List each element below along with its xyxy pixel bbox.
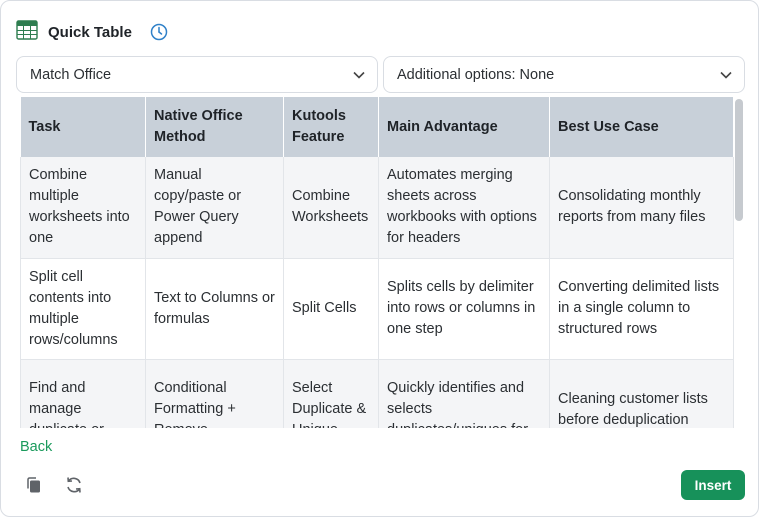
- table-preview[interactable]: Task Native Office Method Kutools Featur…: [20, 97, 745, 428]
- options-select-value: Additional options: None: [397, 66, 555, 83]
- table-cell: Combine multiple worksheets into one: [20, 157, 146, 259]
- copy-icon[interactable]: [23, 474, 45, 496]
- table-row: Split cell contents into multiple rows/c…: [20, 258, 734, 360]
- panel-header: Quick Table: [16, 19, 168, 45]
- table-row: Combine multiple worksheets into one Man…: [20, 157, 734, 259]
- table-icon: [16, 19, 38, 46]
- table-cell: Find and manage duplicate or: [20, 359, 146, 428]
- quick-table-panel: Quick Table Match Office Additional opti…: [0, 0, 759, 517]
- header-native-method: Native Office Method: [145, 97, 284, 157]
- table-cell: Quickly identifies and selects duplicate…: [378, 359, 550, 428]
- chevron-down-icon: [353, 67, 365, 83]
- style-select[interactable]: Match Office: [16, 56, 378, 93]
- table-cell: Split Cells: [283, 258, 379, 360]
- panel-title: Quick Table: [48, 23, 132, 41]
- chevron-down-icon: [720, 67, 732, 83]
- table-cell: Conditional Formatting + Remove: [145, 359, 284, 428]
- header-task: Task: [20, 97, 146, 157]
- table-cell: Automates merging sheets across workbook…: [378, 157, 550, 259]
- table-cell: Manual copy/paste or Power Query append: [145, 157, 284, 259]
- clock-icon[interactable]: [150, 23, 168, 41]
- comparison-table: Task Native Office Method Kutools Featur…: [20, 97, 734, 428]
- table-cell: Select Duplicate & Unique: [283, 359, 379, 428]
- table-row: Find and manage duplicate or Conditional…: [20, 359, 734, 428]
- table-cell: Splits cells by delimiter into rows or c…: [378, 258, 550, 360]
- table-cell: Text to Columns or formulas: [145, 258, 284, 360]
- back-link[interactable]: Back: [20, 439, 52, 455]
- header-kutools-feature: Kutools Feature: [283, 97, 379, 157]
- table-cell: Consolidating monthly reports from many …: [549, 157, 734, 259]
- refresh-icon[interactable]: [63, 474, 85, 496]
- table-cell: Combine Worksheets: [283, 157, 379, 259]
- table-cell: Cleaning customer lists before deduplica…: [549, 359, 734, 428]
- header-main-advantage: Main Advantage: [378, 97, 550, 157]
- table-cell: Converting delimited lists in a single c…: [549, 258, 734, 360]
- table-scrollbar[interactable]: [735, 99, 743, 221]
- table-header-row: Task Native Office Method Kutools Featur…: [20, 97, 734, 157]
- insert-button[interactable]: Insert: [681, 470, 745, 500]
- style-select-value: Match Office: [30, 66, 112, 83]
- header-best-use-case: Best Use Case: [549, 97, 734, 157]
- options-select[interactable]: Additional options: None: [383, 56, 745, 93]
- table-cell: Split cell contents into multiple rows/c…: [20, 258, 146, 360]
